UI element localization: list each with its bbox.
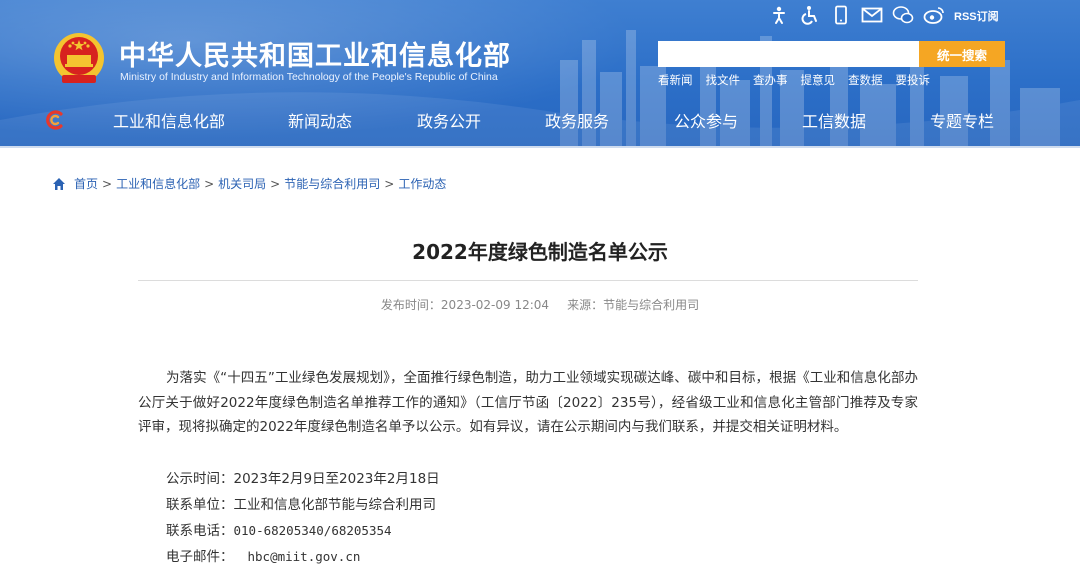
email-value[interactable]: hbc@miit.gov.cn bbox=[248, 549, 361, 564]
email-label: 电子邮件： bbox=[166, 549, 234, 565]
contact-phone-value: 010-68205340/68205354 bbox=[233, 523, 392, 538]
search-input[interactable] bbox=[658, 41, 920, 67]
email-line: 电子邮件： hbc@miit.gov.cn bbox=[166, 545, 360, 565]
nav-item-government-affairs[interactable]: 政务公开 bbox=[417, 108, 481, 132]
breadcrumb-separator: > bbox=[204, 176, 215, 191]
main-nav: 工业和信息化部 新闻动态 政务公开 政务服务 公众参与 工信数据 专题专栏 bbox=[0, 104, 1080, 136]
quick-link-data[interactable]: 查数据 bbox=[848, 72, 883, 88]
contact-unit: 联系单位：工业和信息化部节能与综合利用司 bbox=[166, 497, 436, 513]
top-icon-bar: RSS订阅 bbox=[768, 4, 999, 28]
miit-logo-icon[interactable] bbox=[44, 109, 66, 131]
site-title[interactable]: 中华人民共和国工业和信息化部 bbox=[119, 34, 511, 73]
breadcrumb-separator: > bbox=[384, 176, 395, 191]
rss-subscribe-link[interactable]: RSS订阅 bbox=[954, 8, 999, 24]
nav-item-data[interactable]: 工信数据 bbox=[802, 108, 866, 132]
site-header: 中华人民共和国工业和信息化部 Ministry of Industry and … bbox=[0, 0, 1080, 148]
search-button[interactable]: 统一搜索 bbox=[919, 41, 1005, 67]
article-body-paragraph: 为落实《“十四五”工业绿色发展规划》，全面推行绿色制造，助力工业领域实现碳达峰、… bbox=[138, 370, 918, 435]
accessibility-mode-icon[interactable] bbox=[768, 5, 790, 27]
article-source: 来源：节能与综合利用司 bbox=[567, 298, 700, 312]
nav-item-special-topics[interactable]: 专题专栏 bbox=[930, 108, 994, 132]
mobile-icon[interactable] bbox=[830, 5, 852, 27]
breadcrumb: 首页 > 工业和信息化部 > 机关司局 > 节能与综合利用司 > 工作动态 bbox=[52, 175, 446, 192]
wheelchair-icon[interactable] bbox=[799, 5, 821, 27]
article-title: 2022年度绿色制造名单公示 bbox=[412, 240, 668, 264]
mail-icon[interactable] bbox=[861, 5, 883, 27]
header-bottom-border bbox=[0, 146, 1080, 148]
quick-links: 看新闻 找文件 查办事 提意见 查数据 要投诉 bbox=[658, 72, 943, 88]
contact-phone-label: 联系电话： bbox=[166, 523, 234, 539]
title-divider bbox=[138, 280, 918, 281]
nav-item-news[interactable]: 新闻动态 bbox=[288, 108, 352, 132]
contact-phone-line: 联系电话：010-68205340/68205354 bbox=[166, 519, 392, 539]
quick-link-services[interactable]: 查办事 bbox=[753, 72, 788, 88]
site-subtitle: Ministry of Industry and Information Tec… bbox=[120, 71, 498, 83]
breadcrumb-home[interactable]: 首页 bbox=[74, 175, 98, 192]
breadcrumb-work-news[interactable]: 工作动态 bbox=[398, 175, 446, 192]
breadcrumb-departments[interactable]: 机关司局 bbox=[218, 175, 266, 192]
notice-period: 公示时间：2023年2月9日至2023年2月18日 bbox=[166, 471, 440, 487]
breadcrumb-energy-dept[interactable]: 节能与综合利用司 bbox=[284, 175, 380, 192]
breadcrumb-separator: > bbox=[270, 176, 281, 191]
article-meta: 发布时间：2023-02-09 12:04 来源：节能与综合利用司 bbox=[0, 296, 1080, 313]
nav-item-ministry[interactable]: 工业和信息化部 bbox=[113, 108, 225, 132]
home-icon[interactable] bbox=[52, 177, 66, 191]
quick-link-feedback[interactable]: 提意见 bbox=[801, 72, 836, 88]
nav-item-public-participation[interactable]: 公众参与 bbox=[674, 108, 738, 132]
weibo-icon[interactable] bbox=[923, 5, 945, 27]
breadcrumb-ministry[interactable]: 工业和信息化部 bbox=[116, 175, 200, 192]
publish-time: 发布时间：2023-02-09 12:04 bbox=[380, 298, 550, 312]
quick-link-documents[interactable]: 找文件 bbox=[706, 72, 741, 88]
national-emblem-icon bbox=[54, 33, 104, 83]
quick-link-complaint[interactable]: 要投诉 bbox=[896, 72, 931, 88]
breadcrumb-separator: > bbox=[102, 176, 113, 191]
quick-link-news[interactable]: 看新闻 bbox=[658, 72, 693, 88]
nav-item-government-services[interactable]: 政务服务 bbox=[545, 108, 609, 132]
wechat-icon[interactable] bbox=[892, 5, 914, 27]
